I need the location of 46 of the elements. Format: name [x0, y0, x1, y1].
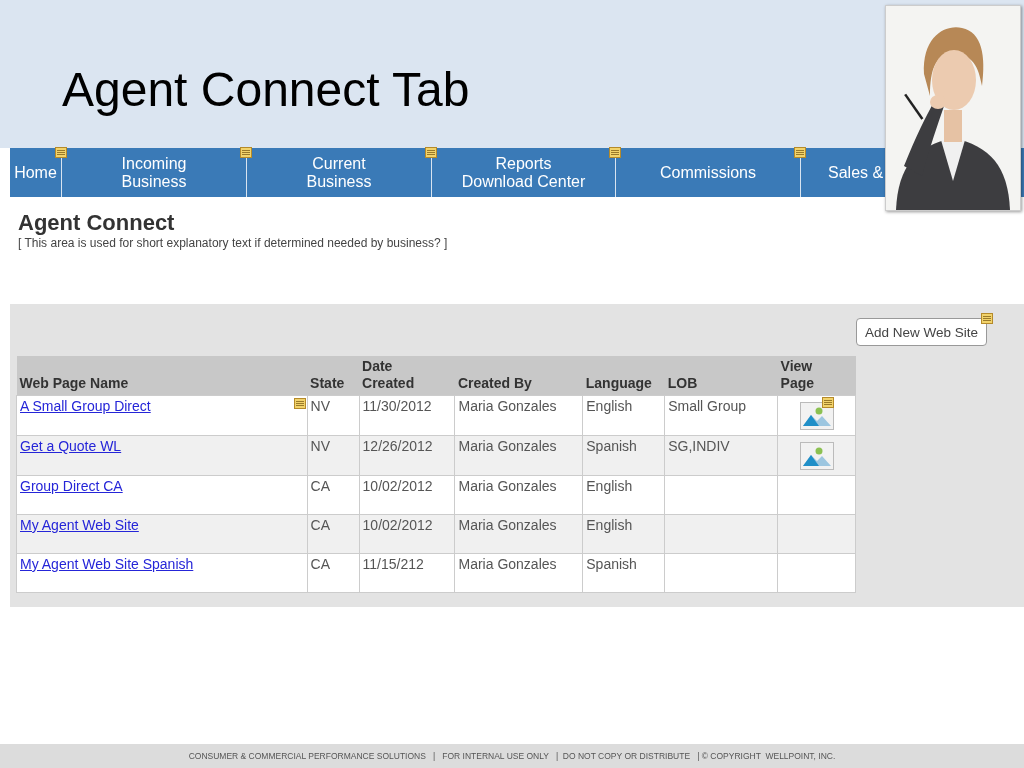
table-cell: Maria Gonzales — [455, 395, 583, 436]
table-cell: 12/26/2012 — [359, 435, 455, 476]
table-cell: Maria Gonzales — [455, 553, 583, 593]
table-cell: Maria Gonzales — [455, 435, 583, 476]
image-icon[interactable] — [799, 402, 834, 430]
table-cell: 10/02/2012 — [359, 475, 455, 515]
column-header: Created By — [455, 356, 583, 396]
page-link[interactable]: My Agent Web Site — [20, 517, 139, 533]
image-icon[interactable] — [799, 442, 834, 470]
table-cell: NV — [307, 395, 360, 436]
column-header: LOB — [664, 356, 778, 396]
table-cell: 11/15/212 — [359, 553, 455, 593]
table-cell: Spanish — [582, 553, 665, 593]
slide-title: Agent Connect Tab — [61, 62, 470, 114]
table-cell: Spanish — [582, 435, 665, 476]
column-header: State — [307, 356, 360, 396]
nav-tab[interactable]: Sales & — [801, 148, 885, 197]
table-cell: Maria Gonzales — [455, 514, 583, 554]
table-cell: 10/02/2012 — [359, 514, 455, 554]
page-link[interactable]: Group Direct CA — [20, 478, 123, 494]
table-cell: 11/30/2012 — [359, 395, 455, 436]
column-header: View Page — [777, 356, 856, 396]
column-header: Date Created — [359, 356, 455, 396]
column-header: Language — [582, 356, 665, 396]
add-site-button[interactable]: Add New Web Site — [855, 318, 987, 346]
table-cell: English — [582, 514, 665, 554]
column-header: Web Page Name — [16, 356, 308, 396]
nav-tab[interactable]: Incoming Business — [62, 148, 246, 197]
nav-tab[interactable]: Commissions — [616, 148, 800, 197]
nav-tab[interactable]: Home — [10, 148, 61, 197]
page-link[interactable]: Get a Quote WL — [20, 438, 122, 454]
table-cell: Maria Gonzales — [455, 475, 583, 515]
description-text: [ This area is used for short explanatory text if determined needed by business? ] — [18, 236, 449, 250]
table-cell: CA — [307, 553, 360, 593]
table-cell: CA — [307, 514, 360, 554]
table-cell: English — [582, 395, 665, 436]
table-cell: SG,INDIV — [664, 435, 778, 476]
table-cell: Small Group — [664, 395, 778, 436]
page-link[interactable]: A Small Group Direct — [20, 398, 151, 414]
nav-tab[interactable]: Reports Download Center — [432, 148, 615, 197]
page-heading: Agent Connect — [18, 210, 176, 236]
footer-text: CONSUMER & COMMERCIAL PERFORMANCE SOLUTIONS | FOR INTERNAL USE ONLY | DO NOT COPY OR DISTRIBUTE | © COPYRIGHT WELLPOINT, INC. — [188, 751, 836, 761]
table-cell: CA — [307, 475, 360, 515]
nav-tab[interactable]: Current Business — [247, 148, 431, 197]
table-cell: English — [582, 475, 665, 515]
table-cell: NV — [307, 435, 360, 476]
